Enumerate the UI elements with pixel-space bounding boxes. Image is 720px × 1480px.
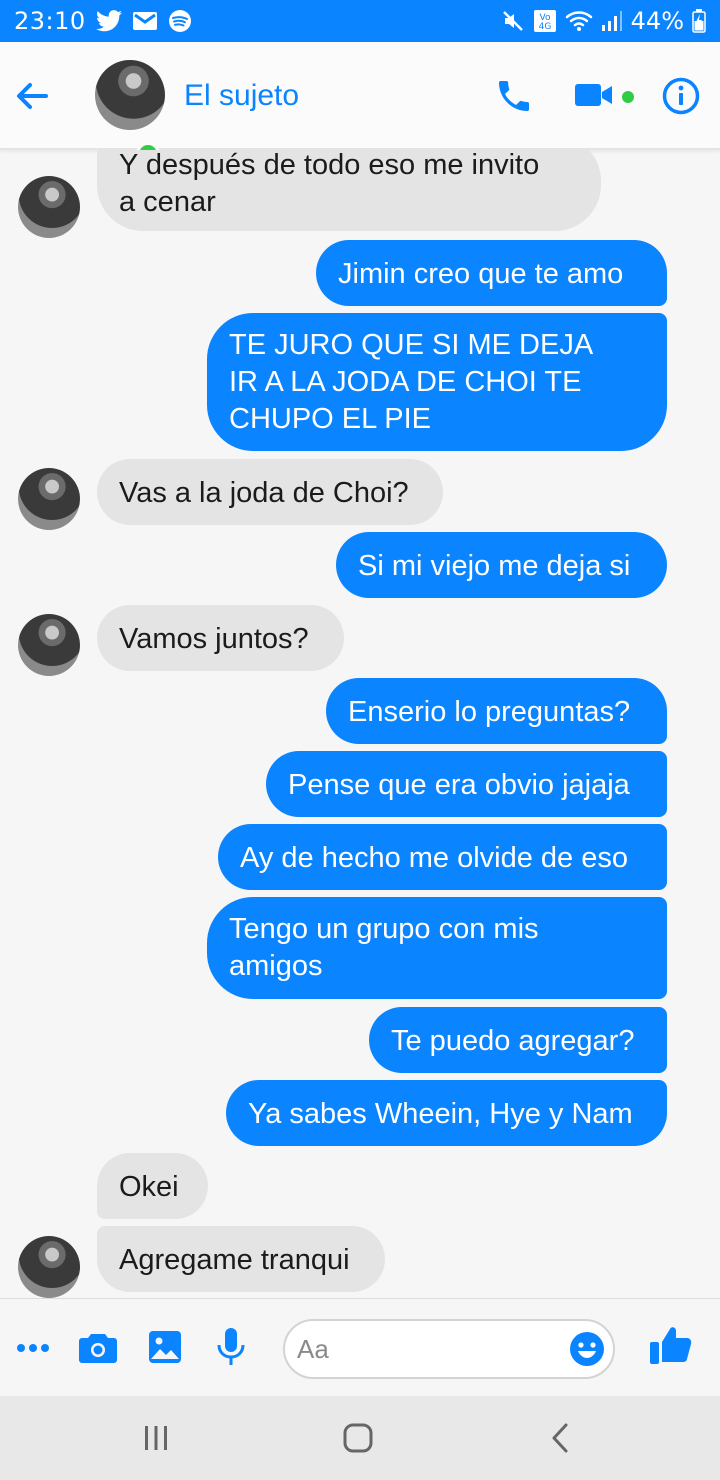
message-text-line: Pense que era obvio jajaja [288, 769, 630, 801]
camera-icon [79, 1334, 117, 1363]
message-text-line: Vas a la joda de Choi? [119, 477, 409, 509]
message-composer [0, 1298, 720, 1396]
sender-avatar[interactable] [18, 468, 80, 530]
back-button[interactable] [12, 76, 52, 116]
outgoing-message[interactable]: Jimin creo que te amo [316, 240, 667, 306]
spotify-icon [168, 9, 192, 33]
recent-apps-icon [145, 1426, 167, 1450]
message-text-line: amigos [229, 950, 323, 982]
gmail-icon [132, 11, 158, 31]
chat-header: El sujeto [0, 42, 720, 166]
home-button[interactable] [338, 1420, 378, 1456]
outgoing-message[interactable]: Ay de hecho me olvide de eso [218, 824, 667, 890]
message-text-line: Enserio lo preguntas? [348, 696, 631, 728]
message-text-line: Agregame tranqui [119, 1244, 350, 1276]
back-arrow-icon [17, 83, 48, 109]
message-text-line: CHUPO EL PIE [229, 403, 431, 435]
messenger-chat-screen: 23:10 Vo 4G 44% El sujeto Y después de t… [0, 0, 720, 1480]
message-text-line: IR A LA JODA DE CHOI TE [229, 366, 582, 398]
sender-avatar[interactable] [18, 614, 80, 676]
signal-icon [601, 10, 623, 32]
video-call-button[interactable] [574, 80, 614, 110]
message-text-line: Jimin creo que te amo [338, 258, 624, 290]
voice-message-button[interactable] [214, 1327, 248, 1367]
outgoing-message[interactable]: Pense que era obvio jajaja [266, 751, 667, 817]
more-options-button[interactable] [14, 1333, 52, 1363]
incoming-message[interactable]: Y después de todo eso me invito a cenar [97, 150, 601, 231]
volte-icon: Vo 4G [533, 9, 557, 33]
outgoing-message[interactable]: Si mi viejo me deja si [336, 532, 667, 598]
message-text-line: Ya sabes Wheein, Hye y Nam [248, 1098, 633, 1130]
message-text-line: Tengo un grupo con mis [229, 913, 539, 945]
sender-avatar[interactable] [18, 176, 80, 238]
info-icon [662, 77, 700, 115]
nav-back-button[interactable] [540, 1420, 580, 1456]
twitter-icon [95, 10, 122, 32]
contact-name[interactable]: El sujeto [184, 79, 299, 113]
battery-percent: 44% [630, 7, 684, 35]
message-list[interactable]: Y después de todo eso me invito a cenar … [0, 150, 720, 1298]
send-like-button[interactable] [648, 1323, 694, 1367]
mute-icon [501, 9, 525, 33]
message-input[interactable] [297, 1331, 567, 1367]
outgoing-message[interactable]: Ya sabes Wheein, Hye y Nam [226, 1080, 667, 1146]
video-active-indicator [622, 91, 634, 103]
battery-icon [692, 9, 706, 33]
message-text-line: Ay de hecho me olvide de eso [240, 842, 629, 874]
emoji-button[interactable] [569, 1331, 605, 1367]
message-text-line: TE JURO QUE SI ME DEJA [229, 329, 594, 361]
status-time: 23:10 [14, 7, 86, 35]
info-button[interactable] [662, 77, 700, 115]
home-icon [343, 1423, 373, 1453]
outgoing-message[interactable]: Te puedo agregar? [369, 1007, 667, 1073]
sender-avatar[interactable] [18, 1236, 80, 1298]
message-text-line: Vamos juntos? [119, 623, 309, 655]
microphone-icon [217, 1328, 245, 1365]
recent-apps-button[interactable] [136, 1420, 176, 1456]
camera-button[interactable] [78, 1329, 118, 1365]
incoming-message[interactable]: Vas a la joda de Choi? [97, 459, 443, 525]
back-icon [552, 1423, 568, 1453]
more-icon [17, 1344, 49, 1352]
gallery-button[interactable] [147, 1329, 183, 1365]
incoming-message[interactable]: Okei [97, 1153, 208, 1219]
incoming-message[interactable]: Agregame tranqui [97, 1226, 385, 1292]
emoji-icon [570, 1332, 604, 1366]
wifi-icon [565, 9, 593, 33]
message-text-line: Te puedo agregar? [391, 1025, 635, 1057]
image-icon [149, 1331, 181, 1363]
outgoing-message[interactable]: Tengo un grupo con mis amigos [207, 897, 667, 999]
system-navigation-bar [0, 1396, 720, 1480]
incoming-message[interactable]: Vamos juntos? [97, 605, 344, 671]
outgoing-message[interactable]: Enserio lo preguntas? [326, 678, 667, 744]
contact-avatar[interactable] [95, 60, 165, 130]
phone-icon [499, 81, 529, 111]
message-text-line: Okei [119, 1171, 179, 1203]
outgoing-message[interactable]: TE JURO QUE SI ME DEJA IR A LA JODA DE C… [207, 313, 667, 451]
video-camera-icon [575, 84, 612, 106]
message-text-line: a cenar [119, 186, 216, 218]
message-text-line: Si mi viejo me deja si [358, 550, 631, 582]
status-bar: 23:10 Vo 4G 44% [0, 0, 720, 42]
thumbs-up-icon [650, 1327, 692, 1364]
message-text-line: Y después de todo eso me invito [119, 150, 540, 181]
message-input-container[interactable] [283, 1319, 615, 1379]
voice-call-button[interactable] [494, 76, 534, 116]
volte-label-bottom: 4G [538, 22, 551, 32]
